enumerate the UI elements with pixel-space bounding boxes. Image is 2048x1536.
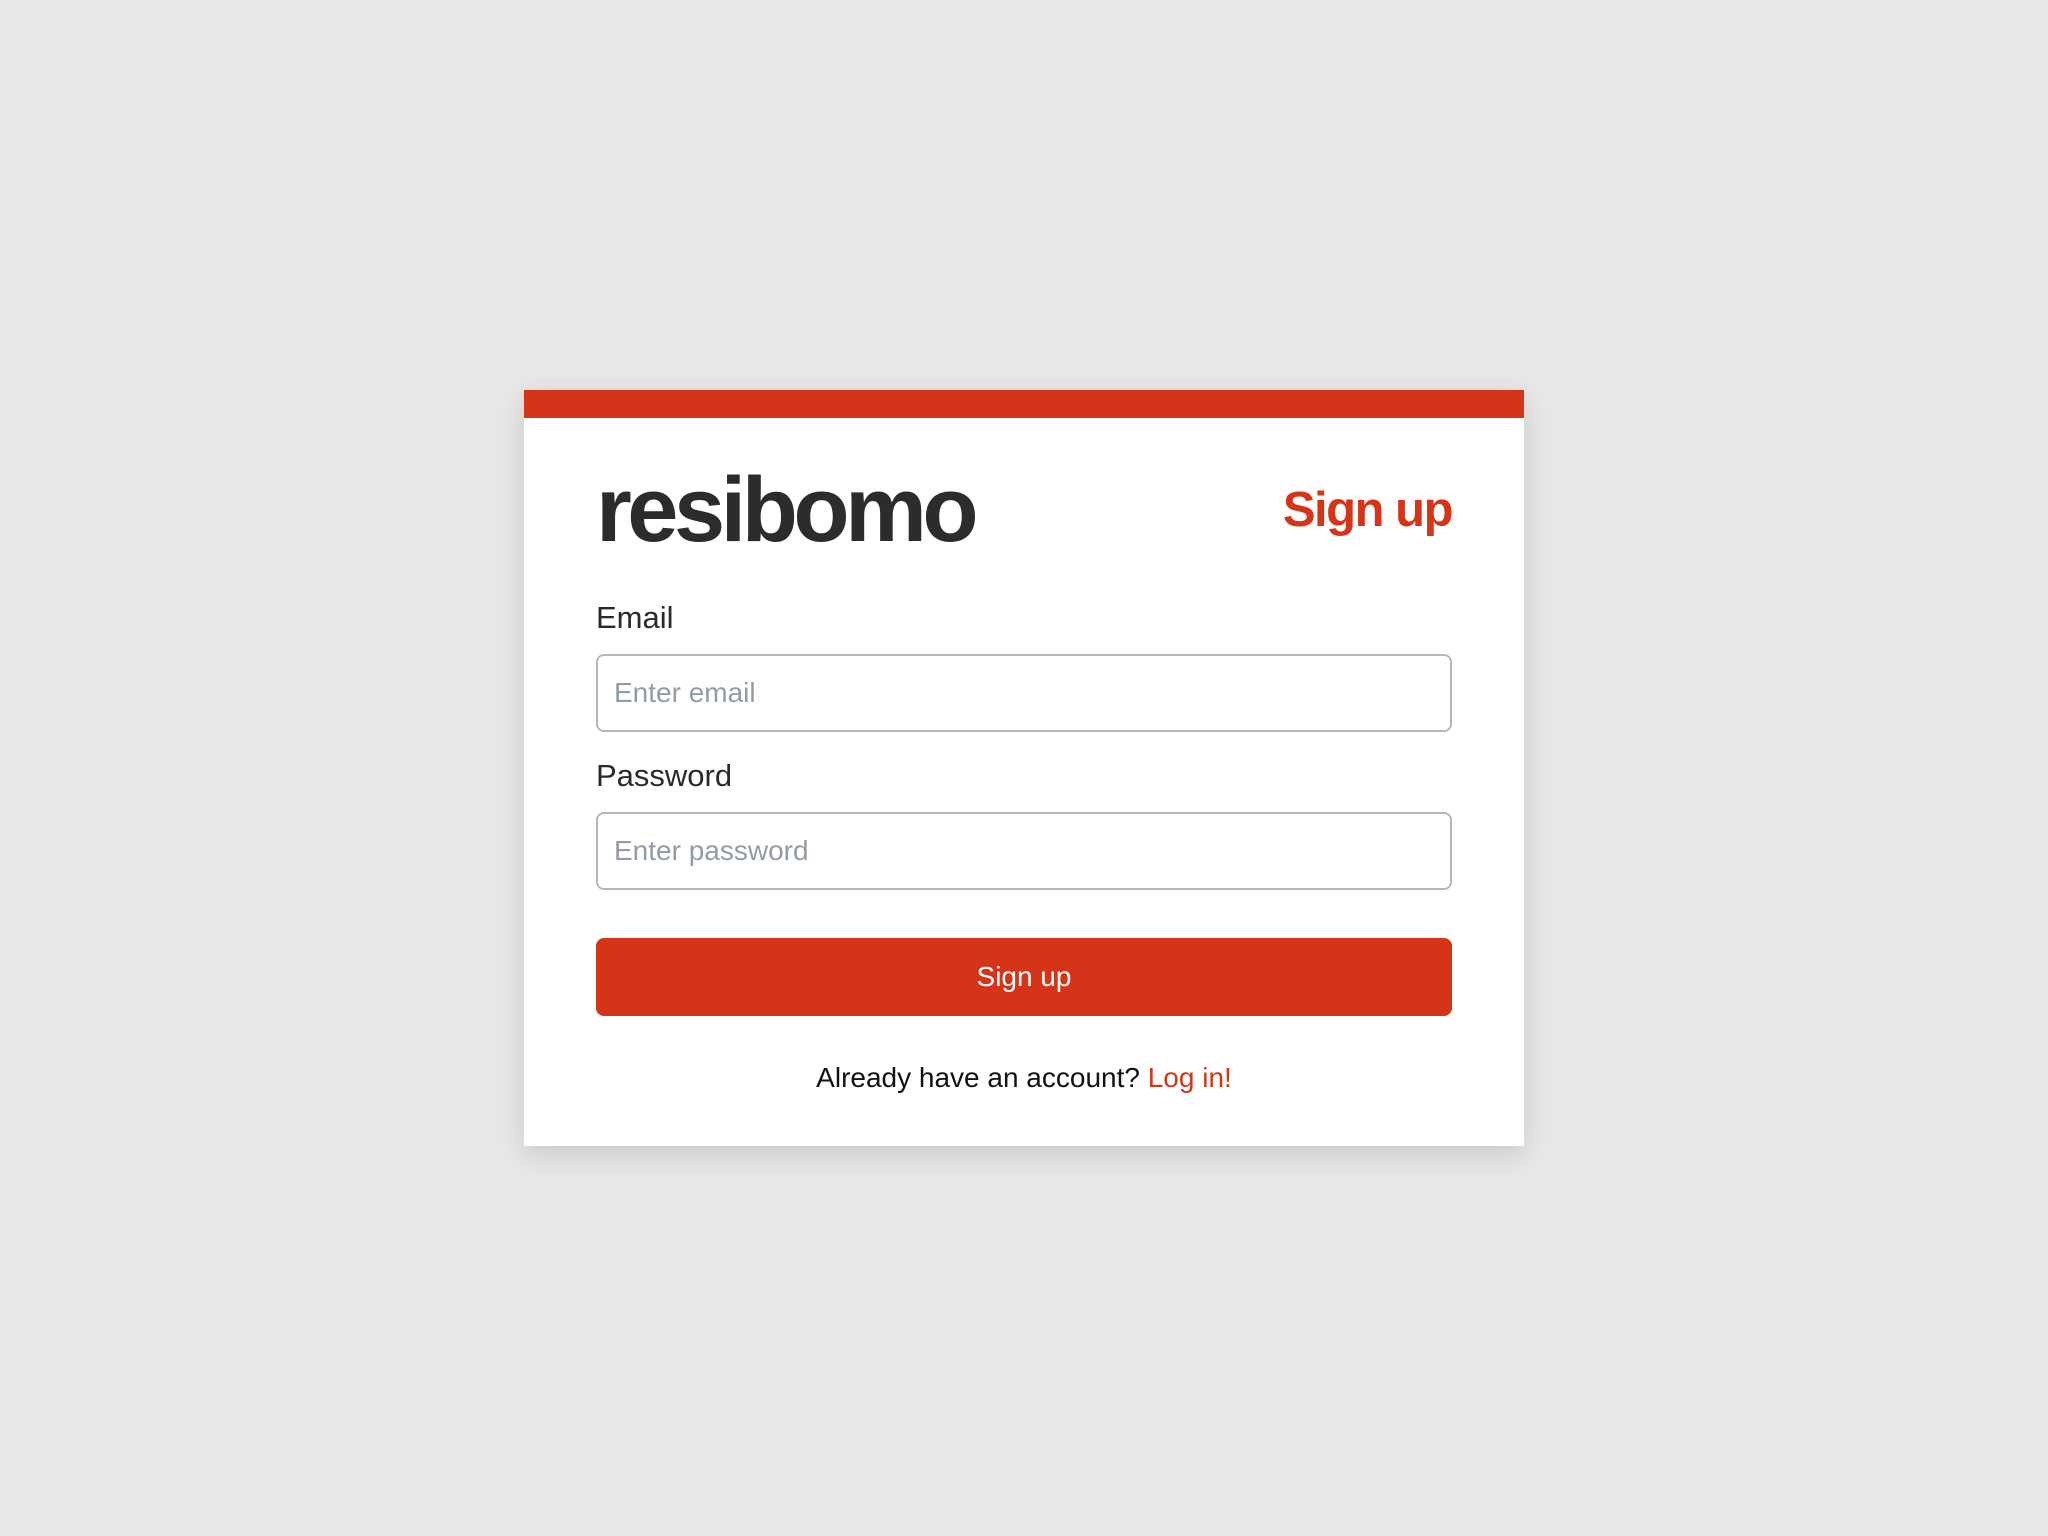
login-link[interactable]: Log in! — [1148, 1062, 1232, 1093]
email-label: Email — [596, 600, 674, 635]
card-accent-bar — [524, 390, 1524, 418]
page-title: Sign up — [1282, 483, 1454, 537]
signup-button[interactable]: Sign up — [596, 938, 1452, 1016]
signup-card: resibomo Sign up Email Password Sign up … — [524, 390, 1524, 1146]
login-prompt-text: Already have an account? — [816, 1062, 1140, 1093]
login-prompt: Already have an account? Log in! — [524, 1058, 1524, 1098]
password-input[interactable] — [596, 812, 1452, 890]
password-label: Password — [596, 758, 733, 793]
email-input[interactable] — [596, 654, 1452, 732]
brand-logo: resibomo — [596, 459, 979, 561]
card-header: resibomo Sign up — [596, 459, 1454, 561]
